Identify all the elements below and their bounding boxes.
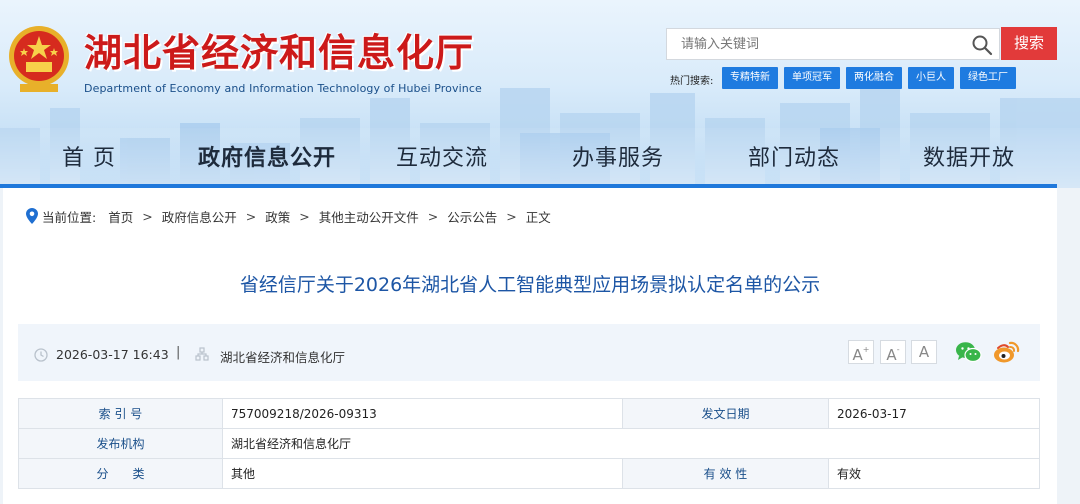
nav-services[interactable]: 办事服务 xyxy=(572,140,664,172)
nav-gov-info-disclosure[interactable]: 政府信息公开 xyxy=(198,140,336,172)
hot-search-label: 热门搜索: xyxy=(670,76,714,87)
index-number-value: 757009218/2026-09313 xyxy=(222,398,623,429)
breadcrumb-home[interactable]: 首页 xyxy=(108,207,133,226)
clock-icon xyxy=(34,348,48,362)
issue-date-value: 2026-03-17 xyxy=(828,398,1040,429)
validity-value: 有效 xyxy=(828,458,1040,489)
publish-datetime: 2026-03-17 16:43 xyxy=(56,347,169,362)
site-subtitle: Department of Economy and Information Te… xyxy=(84,82,482,95)
search-button[interactable]: 搜索 xyxy=(1001,27,1057,60)
breadcrumb-separator: > xyxy=(142,208,153,224)
search-icon[interactable] xyxy=(971,34,993,56)
breadcrumb-separator: > xyxy=(245,208,257,224)
breadcrumb: 当前位置: 首页 > 政府信息公开 > 政策 > 其他主动公开文件 > 公示公告… xyxy=(26,206,551,226)
hot-tag-lianghuarónghe[interactable]: 两化融合 xyxy=(846,67,902,89)
hot-tag-lvsegongchang[interactable]: 绿色工厂 xyxy=(960,67,1016,89)
hot-tag-danxiangguanjun[interactable]: 单项冠军 xyxy=(784,67,840,89)
font-decrease-letter: A xyxy=(886,346,897,364)
nav-home[interactable]: 首 页 xyxy=(62,140,116,172)
publish-source: 湖北省经济和信息化厅 xyxy=(220,350,346,365)
hot-tag-xiaojuren[interactable]: 小巨人 xyxy=(908,67,954,89)
search-box xyxy=(666,28,1000,60)
wechat-icon[interactable] xyxy=(955,340,982,364)
hot-search-tags: 专精特新 单项冠军 两化融合 小巨人 绿色工厂 xyxy=(722,67,1016,89)
meta-divider: | xyxy=(176,345,181,360)
breadcrumb-separator: > xyxy=(427,208,439,224)
issue-date-label: 发文日期 xyxy=(622,398,829,429)
breadcrumb-separator: > xyxy=(506,208,517,224)
publisher-label: 发布机构 xyxy=(18,428,223,459)
site-title: 湖北省经济和信息化厅 xyxy=(84,31,475,75)
font-reset-button[interactable]: A xyxy=(911,340,937,364)
table-row: 发布机构 湖北省经济和信息化厅 xyxy=(18,428,1040,459)
search-input[interactable] xyxy=(667,29,963,59)
breadcrumb-label: 当前位置: xyxy=(42,209,97,225)
article-title: 省经信厅关于2026年湖北省人工智能典型应用场景拟认定名单的公示 xyxy=(239,274,821,296)
table-row: 索 引 号 757009218/2026-09313 发文日期 2026-03-… xyxy=(18,398,1040,429)
font-increase-mark: + xyxy=(862,345,870,354)
breadcrumb-other-files[interactable]: 其他主动公开文件 xyxy=(319,207,419,226)
national-emblem-logo xyxy=(9,26,69,92)
hot-tag-zhuanjingtexin[interactable]: 专精特新 xyxy=(722,67,778,89)
breadcrumb-announcements[interactable]: 公示公告 xyxy=(447,207,497,226)
font-reset-letter: A xyxy=(918,343,930,361)
table-row: 分 类 其他 有 效 性 有效 xyxy=(18,458,1040,489)
nav-interaction[interactable]: 互动交流 xyxy=(396,140,488,172)
validity-label: 有 效 性 xyxy=(622,458,829,489)
category-label: 分 类 xyxy=(18,458,223,489)
main-nav: 首 页 政府信息公开 互动交流 办事服务 部门动态 数据开放 xyxy=(0,140,1080,182)
breadcrumb-gov-info[interactable]: 政府信息公开 xyxy=(162,207,237,226)
breadcrumb-current: 正文 xyxy=(525,209,551,225)
breadcrumb-policy[interactable]: 政策 xyxy=(265,207,290,226)
category-value: 其他 xyxy=(222,458,623,489)
font-decrease-button[interactable]: A- xyxy=(880,340,906,364)
nav-open-data[interactable]: 数据开放 xyxy=(923,140,1015,172)
location-pin-icon xyxy=(26,208,38,224)
publisher-value: 湖北省经济和信息化厅 xyxy=(222,428,1040,459)
breadcrumb-separator: > xyxy=(299,208,310,224)
document-info-table: 索 引 号 757009218/2026-09313 发文日期 2026-03-… xyxy=(18,398,1040,489)
font-decrease-mark: - xyxy=(896,345,900,354)
nav-department-news[interactable]: 部门动态 xyxy=(748,140,840,172)
weibo-icon[interactable] xyxy=(993,340,1020,364)
font-increase-button[interactable]: A+ xyxy=(848,340,874,364)
font-increase-letter: A xyxy=(852,346,863,364)
index-number-label: 索 引 号 xyxy=(18,398,223,429)
organization-icon xyxy=(195,347,209,361)
